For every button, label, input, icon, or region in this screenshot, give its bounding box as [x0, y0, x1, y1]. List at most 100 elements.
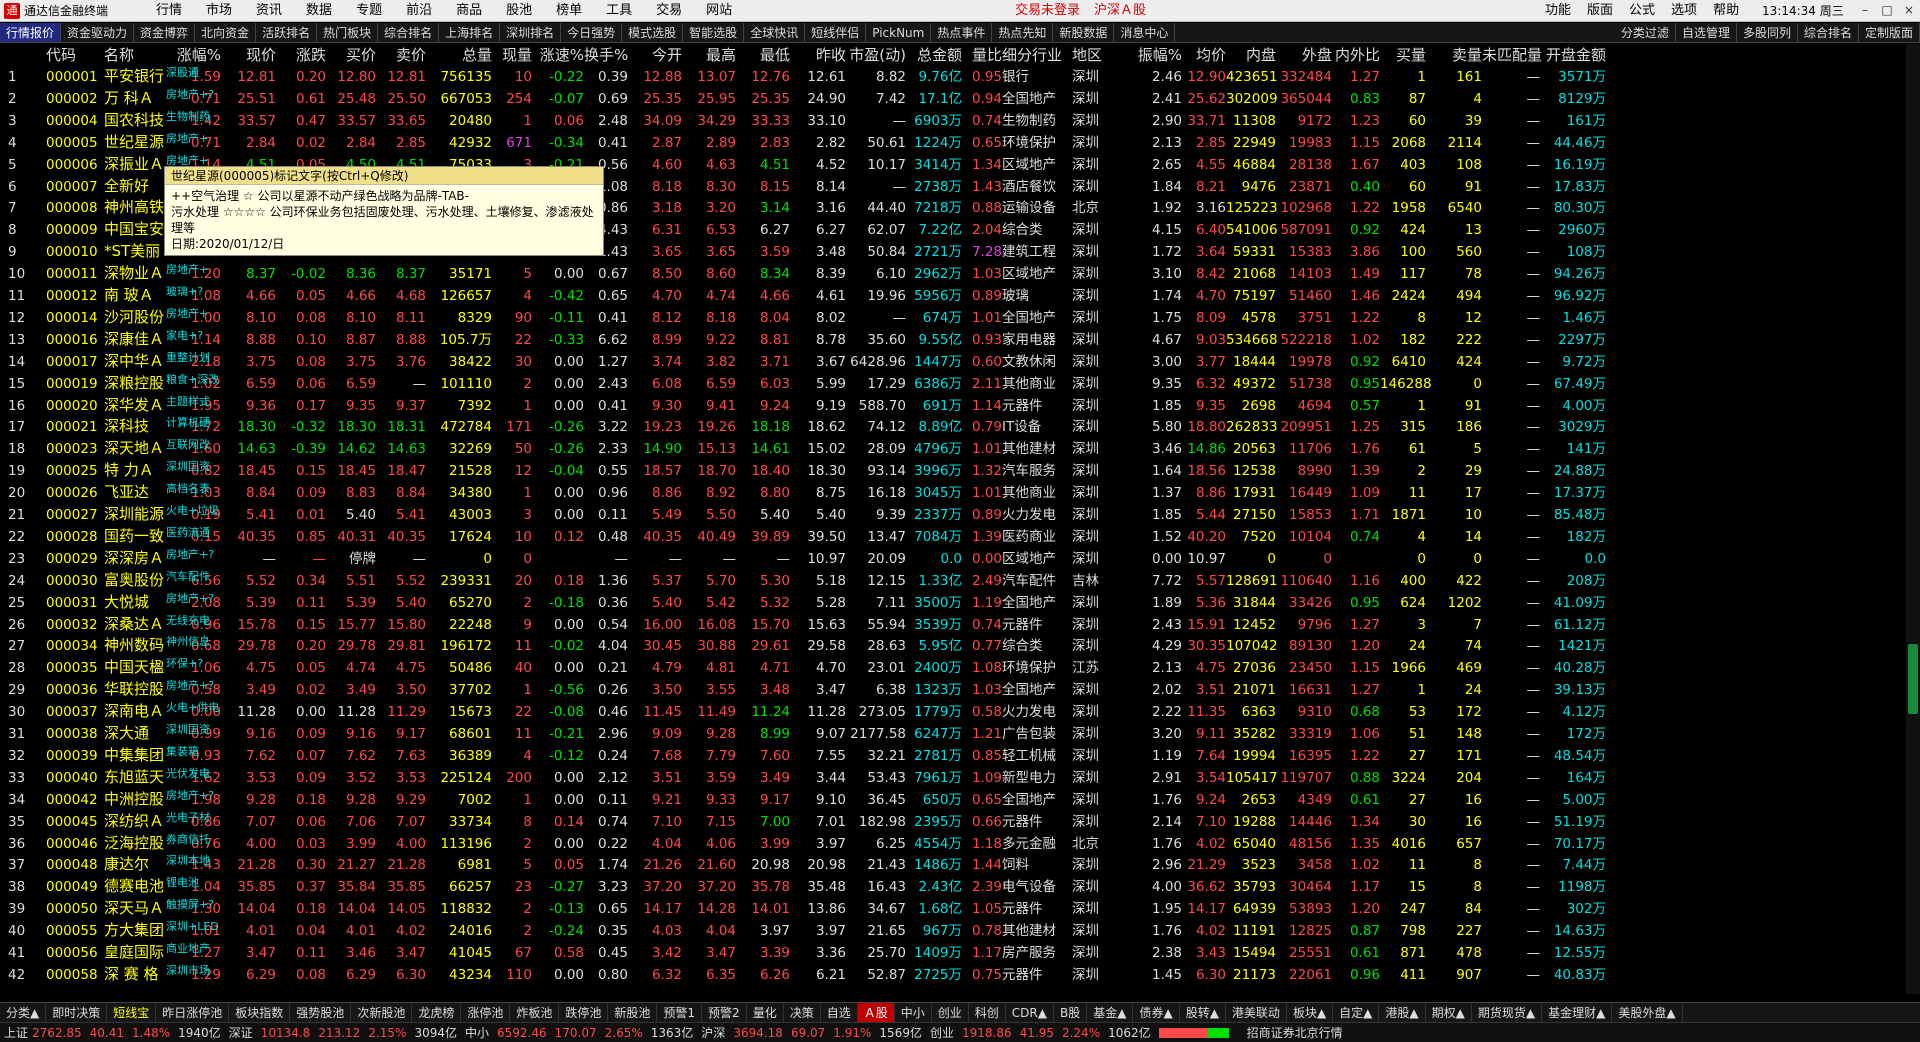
column-header[interactable]: 今开 — [628, 46, 682, 64]
menu-item[interactable]: 股池 — [494, 0, 544, 22]
market-tab[interactable]: 次新股池 — [351, 1003, 413, 1022]
tab[interactable]: PickNum — [866, 23, 932, 42]
menu-item[interactable]: 资讯 — [244, 0, 294, 22]
table-row[interactable]: 39 000050 深天马Ａ 1.30 14.04 0.18 14.04 14.05 11883… — [0, 898, 1920, 920]
right-menu-item[interactable]: 版面 — [1579, 0, 1621, 22]
tab[interactable]: 短线伴侣 — [805, 23, 867, 42]
tab-right[interactable]: 综合排名 — [1798, 23, 1859, 43]
market-tab[interactable]: 基金理财▲ — [1542, 1003, 1613, 1022]
column-header[interactable]: 涨幅% — [171, 46, 221, 64]
market-tab[interactable]: 中小 — [895, 1003, 932, 1022]
tab[interactable]: 模式选股 — [622, 23, 684, 42]
table-row[interactable]: 34 000042 中洲控股 1.98 9.28 0.18 9.28 9.29 7002 1 0.0… — [0, 789, 1920, 811]
table-row[interactable]: 31 000038 深大通 0.99 9.16 0.09 9.16 9.17 68601 11 -0… — [0, 723, 1920, 745]
tab[interactable]: 活跃排名 — [256, 23, 318, 42]
market-tab[interactable]: 龙虎榜 — [412, 1003, 462, 1022]
market-tab[interactable]: 创业 — [932, 1003, 969, 1022]
market-tab[interactable]: B股 — [1054, 1003, 1088, 1022]
tab[interactable]: 热门板块 — [317, 23, 379, 42]
right-menu-item[interactable]: 功能 — [1537, 0, 1579, 22]
table-row[interactable]: 29 000036 华联控股 0.58 3.49 0.02 3.49 3.50 37702 1 -0… — [0, 679, 1920, 701]
menu-item[interactable]: 商品 — [444, 0, 494, 22]
table-row[interactable]: 13 000016 深康佳Ａ 1.14 8.88 0.10 8.87 8.88 105.7万 22… — [0, 329, 1920, 351]
column-header[interactable]: 买价 — [326, 46, 376, 64]
tab-right[interactable]: 定制版面 — [1859, 23, 1920, 43]
table-row[interactable]: 27 000034 神州数码 0.68 29.78 0.20 29.78 29.81 19617… — [0, 635, 1920, 657]
menu-item[interactable]: 工具 — [594, 0, 644, 22]
right-menu-item[interactable]: 帮助 — [1705, 0, 1747, 22]
menu-item[interactable]: 专题 — [344, 0, 394, 22]
market-tab[interactable]: 基金▲ — [1087, 1003, 1134, 1022]
column-header[interactable]: 细分行业 — [1002, 46, 1072, 64]
table-row[interactable]: 30 000037 深南电Ａ 0.00 11.28 0.00 11.28 11.29 15673… — [0, 701, 1920, 723]
market-tab[interactable]: 量化 — [747, 1003, 784, 1022]
market-tab[interactable]: 港美联动 — [1226, 1003, 1287, 1022]
tab[interactable]: 消息中心 — [1114, 23, 1176, 42]
tab[interactable]: 热点事件 — [931, 23, 993, 42]
table-row[interactable]: 19 000025 特 力Ａ 0.82 18.45 0.15 18.45 18.47 21528… — [0, 460, 1920, 482]
tab[interactable]: 资金博弈 — [134, 23, 196, 42]
close-icon[interactable]: × — [1902, 3, 1916, 17]
column-header[interactable]: 代码 — [46, 46, 102, 64]
right-menu-item[interactable]: 公式 — [1621, 0, 1663, 22]
table-row[interactable]: 21 000027 深圳能源 0.19 5.41 0.01 5.40 5.41 43003 3 0.… — [0, 504, 1920, 526]
table-row[interactable]: 12 000014 沙河股份 1.00 8.10 0.08 8.10 8.11 8329 90 -0… — [0, 307, 1920, 329]
tab-right[interactable]: 分类过滤 — [1615, 23, 1676, 43]
column-header[interactable]: 名称 — [104, 46, 174, 64]
trade-status[interactable]: 交易未登录 — [1015, 3, 1080, 18]
market-tab[interactable]: 股转▲ — [1180, 1003, 1226, 1022]
table-row[interactable]: 23 000029 深深房Ａ — — 停牌 —0 0— — — —10.97 20.09 0.0 0.00… — [0, 548, 1920, 570]
table-row[interactable]: 16 000020 深华发Ａ 1.95 9.36 0.17 9.35 9.37 7392 1 0.0… — [0, 395, 1920, 417]
table-row[interactable]: 32 000039 中集集团 0.93 7.62 0.07 7.62 7.63 36389 4 -0… — [0, 745, 1920, 767]
tab[interactable]: 上海排名 — [439, 23, 501, 42]
market-tab[interactable]: 期货现货▲ — [1472, 1003, 1543, 1022]
column-header[interactable]: 地区 — [1072, 46, 1126, 64]
market-tab[interactable]: 炸板池 — [510, 1003, 560, 1022]
table-row[interactable]: 28 000035 中国天楹 1.06 4.75 0.05 4.74 4.75 50486 40 0… — [0, 657, 1920, 679]
table-row[interactable]: 36 000046 泛海控股 0.76 4.00 0.03 3.99 4.00 113196 2 0… — [0, 833, 1920, 855]
market-tab[interactable]: CDR▲ — [1006, 1003, 1054, 1022]
column-header[interactable]: 涨跌 — [276, 46, 326, 64]
market-tab[interactable]: 美股外盘▲ — [1612, 1003, 1683, 1022]
table-row[interactable]: 2 000002 万 科Ａ 0.71 25.51 0.61 25.48 25.50 667053… — [0, 88, 1920, 110]
market-tab[interactable]: 新股池 — [608, 1003, 658, 1022]
maximize-icon[interactable]: □ — [1880, 3, 1894, 17]
table-row[interactable]: 4 000005 世纪星源 0.71 2.84 0.02 2.84 2.85 42932 671-… — [0, 132, 1920, 154]
column-header[interactable]: 内盘 — [1226, 46, 1276, 64]
market-tab[interactable]: 自选 — [821, 1003, 858, 1022]
minimize-icon[interactable]: – — [1858, 3, 1872, 17]
column-header[interactable]: 振幅% — [1126, 46, 1182, 64]
market-tab[interactable]: 预警2 — [702, 1003, 747, 1022]
scroll-thumb[interactable] — [1908, 644, 1918, 714]
menu-item[interactable]: 榜单 — [544, 0, 594, 22]
table-row[interactable]: 20 000026 飞亚达 1.03 8.84 0.09 8.83 8.84 34380 1 0.0… — [0, 482, 1920, 504]
market-tab[interactable]: 科创 — [969, 1003, 1006, 1022]
column-header[interactable]: 换手% — [584, 46, 628, 64]
table-row[interactable]: 33 000040 东旭蓝天 1.62 3.53 0.09 3.52 3.53 225124 20… — [0, 767, 1920, 789]
column-header[interactable]: 现量 — [492, 46, 532, 64]
market-tab[interactable]: 即时决策 — [46, 1003, 108, 1022]
tab-right[interactable]: 自选管理 — [1676, 23, 1737, 43]
market-tab[interactable]: 债券▲ — [1133, 1003, 1180, 1022]
column-header[interactable]: 涨速% — [532, 46, 584, 64]
column-header[interactable]: 现价 — [226, 46, 276, 64]
market-tab[interactable]: 昨日涨停池 — [156, 1003, 230, 1022]
column-header[interactable]: 买量 — [1380, 46, 1426, 64]
tab[interactable]: 资金驱动力 — [61, 23, 135, 42]
market-tab[interactable]: 板块▲ — [1287, 1003, 1334, 1022]
market-tab[interactable]: 决策 — [784, 1003, 821, 1022]
tab[interactable]: 北向资金 — [195, 23, 257, 42]
column-header[interactable]: 均价 — [1182, 46, 1226, 64]
market-tab[interactable]: 跌停池 — [559, 1003, 609, 1022]
column-header[interactable]: 最高 — [682, 46, 736, 64]
market-tab[interactable]: 分类▲ — [0, 1003, 47, 1022]
column-header[interactable]: 卖价 — [376, 46, 426, 64]
tab[interactable]: 综合排名 — [378, 23, 440, 42]
tab[interactable]: 今日强势 — [561, 23, 623, 42]
tab-right[interactable]: 多股同列 — [1737, 23, 1798, 43]
table-row[interactable]: 40 000055 方大集团 1.01 4.01 0.04 4.01 4.02 24016 2 -0… — [0, 920, 1920, 942]
menu-item[interactable]: 行情 — [144, 0, 194, 22]
column-header[interactable]: 量比 — [962, 46, 1002, 64]
column-header[interactable]: 开盘金额 — [1540, 46, 1606, 64]
table-row[interactable]: 42 000058 深 赛 格 1.29 6.29 0.08 6.29 6.30 43234 11… — [0, 964, 1920, 986]
